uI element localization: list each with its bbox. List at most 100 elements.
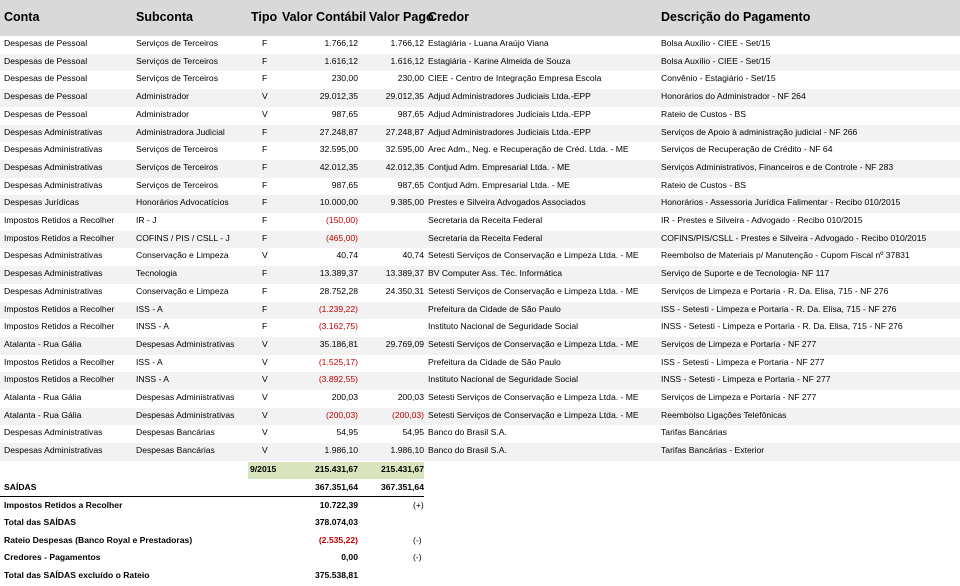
cell-credor: Setesti Serviços de Conservação e Limpez… [428, 285, 639, 296]
cell-conta: Despesas de Pessoal [4, 55, 88, 66]
subtotal-pago: 215.431,67 [380, 464, 424, 474]
cell-conta: Despesas de Pessoal [4, 108, 88, 119]
cell-conta: Impostos Retidos a Recolher [4, 232, 115, 243]
header-descricao: Descrição do Pagamento [661, 10, 811, 24]
cell-conta: Despesas de Pessoal [4, 91, 88, 102]
cell-conta: Impostos Retidos a Recolher [4, 215, 115, 225]
cell-tipo: F [262, 161, 268, 172]
cell-subconta: Despesas Administrativas [136, 392, 235, 402]
cell-descricao: Serviços de Limpeza e Portaria - R. Da. … [661, 285, 889, 296]
cell-descricao: Honorários do Administrador - NF 264 [661, 91, 806, 102]
table-row: Atalanta - Rua Gália Despesas Administrat… [0, 407, 960, 426]
cell-tipo: F [262, 73, 268, 84]
cell-valor-pago: 40,74 [402, 250, 424, 261]
cell-subconta: Tecnologia [136, 268, 178, 279]
table-row: Despesas Jurídicas Honorários Advocatício… [0, 195, 960, 213]
cell-valor-contabil: (1.239,22) [318, 303, 358, 314]
cell-valor-contabil: 1.616,12 [324, 55, 358, 66]
cell-valor-pago: 230,00 [397, 73, 424, 84]
table-row: Impostos Retidos a Recolher ISS - A F (1.23… [0, 301, 960, 320]
cell-descricao: Bolsa Auxílio - CIEE - Set/15 [661, 38, 771, 48]
cell-conta: Atalanta - Rua Gália [4, 338, 82, 349]
cell-tipo: F [262, 144, 268, 155]
cell-valor-contabil: 1.766,12 [324, 38, 358, 48]
summary-contabil: 367.351,64 [314, 482, 358, 492]
cell-tipo: V [262, 445, 268, 456]
cell-descricao: INSS - Setesti - Limpeza e Portaria - R.… [661, 321, 903, 332]
cell-tipo: F [262, 232, 268, 243]
cell-credor: Setesti Serviços de Conservação e Limpez… [428, 409, 639, 420]
cell-valor-pago: 13.389,37 [385, 268, 424, 279]
cell-descricao: Serviço de Suporte e de Tecnologia- NF 1… [661, 268, 830, 279]
cell-valor-contabil: (465,00) [325, 232, 358, 243]
summary-sign: (-) [413, 552, 422, 563]
cell-credor: Secretaria da Receita Federal [428, 215, 543, 225]
cell-valor-contabil: (150,00) [325, 215, 358, 225]
cell-subconta: Administrador [136, 108, 190, 119]
cell-descricao: Tarifas Bancárias - Exterior [661, 445, 765, 456]
cell-valor-contabil: 40,74 [336, 250, 358, 261]
header-valor-pago: Valor Pago [369, 10, 434, 24]
table-row: Despesas Administrativas Serviços de Terc… [0, 142, 960, 160]
cell-tipo: F [262, 179, 268, 190]
cell-valor-contabil: (1.525,17) [318, 356, 358, 367]
cell-valor-pago: 200,03 [397, 392, 424, 402]
cell-credor: Secretaria da Receita Federal [428, 232, 543, 243]
cell-conta: Despesas Administrativas [4, 445, 103, 456]
cell-tipo: V [262, 91, 268, 102]
cell-subconta: Serviços de Terceiros [136, 144, 218, 155]
table-row: Despesas de Pessoal Serviços de Terceiros… [0, 53, 960, 72]
cell-valor-contabil: 28.752,28 [319, 285, 358, 296]
cell-valor-pago: 24.350,31 [385, 285, 424, 296]
cell-tipo: F [262, 321, 268, 332]
subtotal-row: 9/2015 215.431,67 215.431,67 [0, 462, 960, 480]
cell-credor: BV Computer Ass. Téc. Informática [428, 268, 563, 279]
table-row: Despesas de Pessoal Serviços de Terceiros… [0, 71, 960, 89]
cell-subconta: Conservação e Limpeza [136, 250, 229, 261]
cell-tipo: V [262, 374, 268, 385]
summary-row: Total das SAÍDAS excluído o Rateio 375.53… [0, 568, 960, 586]
cell-credor: Contjud Adm. Empresarial Ltda. - ME [428, 161, 570, 172]
cell-subconta: Administradora Judicial [136, 126, 225, 137]
cell-tipo: V [262, 356, 268, 367]
table-row: Despesas Administrativas Despesas Bancári… [0, 443, 960, 461]
cell-valor-contabil: (200,03) [325, 409, 358, 420]
summary-sign: (-) [413, 534, 422, 545]
header-valor-contabil: Valor Contábil [282, 10, 367, 24]
cell-subconta: COFINS / PIS / CSLL - J [136, 232, 230, 243]
header-credor: Credor [428, 10, 469, 24]
cell-credor: Estagiária - Karine Almeida de Souza [428, 55, 571, 66]
cell-valor-pago: 9.385,00 [390, 197, 424, 208]
summary-row: SAÍDAS 367.351,64 367.351,64 [0, 480, 960, 498]
cell-credor: Arec Adm., Neg. e Recuperação de Créd. L… [428, 144, 629, 155]
table-row: Despesas de Pessoal Administrador V 29.012,… [0, 89, 960, 107]
summary-label: Rateio Despesas (Banco Royal e Prestador… [4, 534, 193, 545]
table-row: Despesas Administrativas Conservação e Li… [0, 248, 960, 266]
cell-conta: Despesas Administrativas [4, 427, 103, 438]
cell-valor-contabil: 27.248,87 [319, 126, 358, 137]
cell-conta: Impostos Retidos a Recolher [4, 321, 115, 332]
cell-valor-contabil: (3.892,55) [318, 374, 358, 385]
cell-conta: Atalanta - Rua Gália [4, 392, 82, 402]
cell-valor-pago: 1.766,12 [390, 38, 424, 48]
cell-conta: Despesas Jurídicas [4, 197, 79, 208]
cell-tipo: V [262, 409, 268, 420]
cell-valor-pago: (200,03) [391, 409, 424, 420]
summary-contabil: 375.538,81 [314, 570, 358, 580]
subtotal-label: 9/2015 [250, 464, 277, 474]
cell-valor-contabil: 29.012,35 [319, 91, 358, 102]
cell-subconta: INSS - A [136, 321, 169, 332]
cell-valor-contabil: 35.186,81 [319, 338, 358, 349]
cell-subconta: ISS - A [136, 356, 163, 367]
cell-tipo: F [262, 215, 268, 225]
cell-descricao: Convênio - Estagiário - Set/15 [661, 73, 776, 84]
summary-row: Total das SAÍDAS 378.074,03 [0, 515, 960, 533]
table-row: Despesas Administrativas Administradora J… [0, 124, 960, 143]
cell-valor-pago: 29.012,35 [385, 91, 424, 102]
summary-row: Credores - Pagamentos 0,00 (-) [0, 550, 960, 568]
cell-conta: Despesas Administrativas [4, 268, 103, 279]
cell-conta: Despesas Administrativas [4, 144, 103, 155]
cell-descricao: ISS - Setesti - Limpeza e Portaria - R. … [661, 303, 897, 314]
cell-subconta: Despesas Bancárias [136, 427, 215, 438]
cell-credor: Setesti Serviços de Conservação e Limpez… [428, 392, 639, 402]
